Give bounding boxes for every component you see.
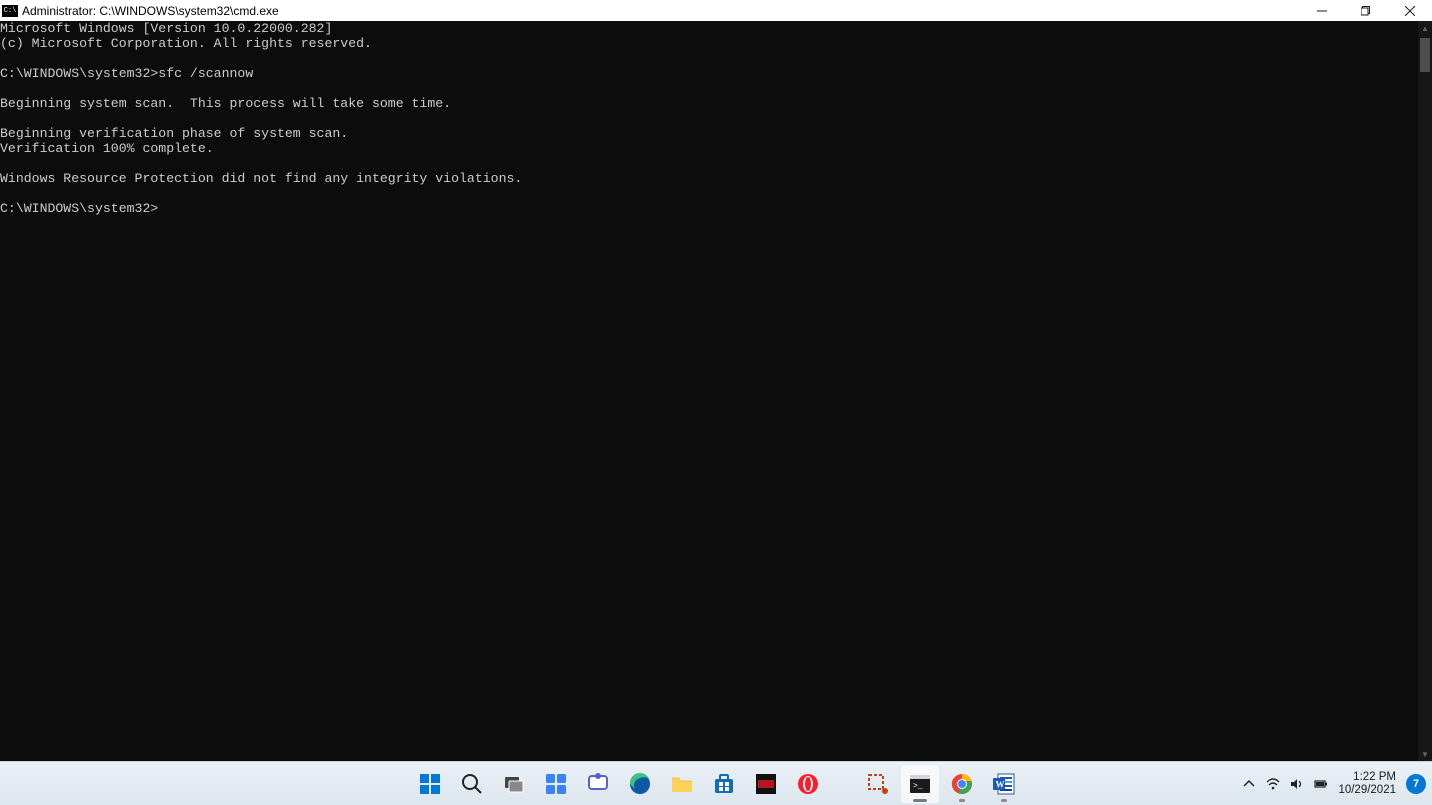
terminal-line: C:\WINDOWS\system32>sfc /scannow bbox=[0, 66, 1418, 81]
wifi-icon bbox=[1266, 777, 1280, 791]
word-button[interactable]: W bbox=[984, 764, 1024, 804]
titlebar[interactable]: C:\ Administrator: C:\WINDOWS\system32\c… bbox=[0, 0, 1432, 21]
edge-icon bbox=[628, 772, 652, 796]
system-tray: 1:22 PM 10/29/2021 7 bbox=[1242, 762, 1426, 805]
start-button[interactable] bbox=[410, 764, 450, 804]
chrome-icon bbox=[950, 772, 974, 796]
task-view-button[interactable] bbox=[494, 764, 534, 804]
maximize-icon bbox=[1361, 6, 1371, 16]
cmd-app-icon: C:\ bbox=[2, 5, 18, 17]
word-icon: W bbox=[992, 772, 1016, 796]
taskbar-running-group: >_ W bbox=[858, 764, 1024, 804]
speaker-icon bbox=[1290, 777, 1304, 791]
terminal-line: Windows Resource Protection did not find… bbox=[0, 171, 1418, 186]
svg-text:W: W bbox=[996, 779, 1005, 789]
chat-icon bbox=[586, 772, 610, 796]
terminal-output[interactable]: Microsoft Windows [Version 10.0.22000.28… bbox=[0, 21, 1418, 761]
date-text: 10/29/2021 bbox=[1338, 784, 1396, 797]
close-button[interactable] bbox=[1388, 0, 1432, 21]
tray-overflow-button[interactable] bbox=[1242, 777, 1256, 791]
terminal-line bbox=[0, 81, 1418, 96]
wifi-button[interactable] bbox=[1266, 777, 1280, 791]
scrollbar-thumb[interactable] bbox=[1420, 38, 1430, 72]
opera-icon bbox=[796, 772, 820, 796]
search-icon bbox=[460, 772, 484, 796]
ms-store-button[interactable] bbox=[704, 764, 744, 804]
chat-button[interactable] bbox=[578, 764, 618, 804]
snip-icon bbox=[866, 772, 890, 796]
clock[interactable]: 1:22 PM 10/29/2021 bbox=[1338, 771, 1396, 797]
chrome-button[interactable] bbox=[942, 764, 982, 804]
window-controls bbox=[1300, 0, 1432, 21]
folder-icon bbox=[670, 772, 694, 796]
notification-count: 7 bbox=[1413, 778, 1419, 790]
widgets-button[interactable] bbox=[536, 764, 576, 804]
edge-button[interactable] bbox=[620, 764, 660, 804]
terminal-line: Microsoft Windows [Version 10.0.22000.28… bbox=[0, 21, 1418, 36]
taskbar-pinned-group bbox=[410, 764, 828, 804]
battery-icon bbox=[1314, 777, 1328, 791]
task-view-icon bbox=[502, 772, 526, 796]
app-red-icon bbox=[754, 772, 778, 796]
terminal-line: Verification 100% complete. bbox=[0, 141, 1418, 156]
terminal-line bbox=[0, 51, 1418, 66]
time-text: 1:22 PM bbox=[1338, 771, 1396, 784]
cmd-taskbar-button[interactable]: >_ bbox=[900, 764, 940, 804]
window-title: Administrator: C:\WINDOWS\system32\cmd.e… bbox=[22, 4, 279, 18]
terminal-line bbox=[0, 156, 1418, 171]
windows-logo-icon bbox=[418, 772, 442, 796]
terminal-line: (c) Microsoft Corporation. All rights re… bbox=[0, 36, 1418, 51]
scroll-up-button[interactable]: ▲ bbox=[1418, 21, 1432, 35]
terminal-icon: >_ bbox=[908, 772, 932, 796]
store-icon bbox=[712, 772, 736, 796]
terminal-line: Beginning verification phase of system s… bbox=[0, 126, 1418, 141]
terminal-window: Microsoft Windows [Version 10.0.22000.28… bbox=[0, 21, 1432, 761]
file-explorer-button[interactable] bbox=[662, 764, 702, 804]
minimize-button[interactable] bbox=[1300, 0, 1344, 21]
battery-button[interactable] bbox=[1314, 777, 1328, 791]
scroll-down-button[interactable]: ▼ bbox=[1418, 747, 1432, 761]
close-icon bbox=[1405, 6, 1415, 16]
opera-button[interactable] bbox=[788, 764, 828, 804]
scrollbar-track[interactable]: ▲ ▼ bbox=[1418, 21, 1432, 761]
svg-text:>_: >_ bbox=[913, 782, 923, 791]
widgets-icon bbox=[544, 772, 568, 796]
search-button[interactable] bbox=[452, 764, 492, 804]
minimize-icon bbox=[1317, 6, 1327, 16]
terminal-line: Beginning system scan. This process will… bbox=[0, 96, 1418, 111]
app-red-button[interactable] bbox=[746, 764, 786, 804]
volume-button[interactable] bbox=[1290, 777, 1304, 791]
terminal-line bbox=[0, 111, 1418, 126]
terminal-line: C:\WINDOWS\system32> bbox=[0, 201, 1418, 216]
snip-button[interactable] bbox=[858, 764, 898, 804]
terminal-line bbox=[0, 186, 1418, 201]
taskbar[interactable]: >_ W bbox=[0, 761, 1432, 805]
maximize-button[interactable] bbox=[1344, 0, 1388, 21]
notification-badge[interactable]: 7 bbox=[1406, 774, 1426, 794]
chevron-up-icon bbox=[1242, 777, 1256, 791]
